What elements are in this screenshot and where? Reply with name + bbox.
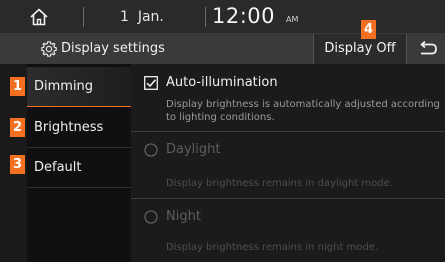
callout-marker-1: 1 bbox=[10, 77, 25, 96]
status-date: 1 Jan. bbox=[120, 9, 164, 25]
radio-unchecked-icon[interactable] bbox=[144, 210, 158, 224]
radio-unchecked-icon[interactable] bbox=[144, 143, 158, 157]
page-title: Display settings bbox=[61, 41, 165, 56]
status-day: 1 bbox=[120, 9, 129, 25]
display-off-button[interactable]: Display Off bbox=[313, 34, 407, 64]
divider bbox=[131, 198, 445, 199]
auto-illumination-label: Auto-illumination bbox=[166, 75, 278, 90]
checkbox-checked-icon[interactable] bbox=[144, 76, 158, 90]
status-bar: 1 Jan. 12:00 AM bbox=[0, 0, 445, 34]
auto-illumination-description: Display brightness is automatically adju… bbox=[166, 99, 440, 123]
back-arrow-icon bbox=[420, 40, 437, 55]
status-time: 12:00 bbox=[212, 4, 276, 28]
night-description: Display brightness remains in night mode… bbox=[166, 242, 379, 253]
back-button[interactable] bbox=[408, 34, 445, 64]
screen: 1 Jan. 12:00 AM Display settings Display… bbox=[0, 0, 445, 262]
status-divider bbox=[83, 7, 84, 27]
menu-item-label: Default bbox=[34, 160, 82, 175]
settings-menu: Dimming Brightness Default bbox=[27, 64, 131, 262]
night-label: Night bbox=[166, 209, 201, 224]
menu-item-label: Brightness bbox=[34, 120, 104, 135]
gear-icon bbox=[40, 40, 58, 58]
daylight-label: Daylight bbox=[166, 142, 221, 157]
callout-marker-3: 3 bbox=[10, 155, 25, 174]
menu-item-brightness[interactable]: Brightness bbox=[27, 108, 131, 148]
status-month: Jan. bbox=[137, 9, 164, 25]
divider bbox=[131, 131, 445, 132]
status-ampm: AM bbox=[286, 15, 299, 24]
daylight-description: Display brightness remains in daylight m… bbox=[166, 178, 393, 189]
menu-item-label: Dimming bbox=[34, 79, 94, 94]
callout-marker-4: 4 bbox=[361, 20, 376, 39]
title-bar: Display settings Display Off bbox=[0, 34, 445, 64]
home-button[interactable] bbox=[28, 6, 50, 28]
status-divider bbox=[205, 7, 206, 27]
home-icon bbox=[30, 8, 48, 26]
menu-item-default[interactable]: Default bbox=[27, 148, 131, 188]
menu-item-dimming[interactable]: Dimming bbox=[27, 67, 131, 107]
dimming-options-panel: Auto-illumination Display brightness is … bbox=[131, 64, 445, 262]
callout-marker-2: 2 bbox=[10, 118, 25, 137]
